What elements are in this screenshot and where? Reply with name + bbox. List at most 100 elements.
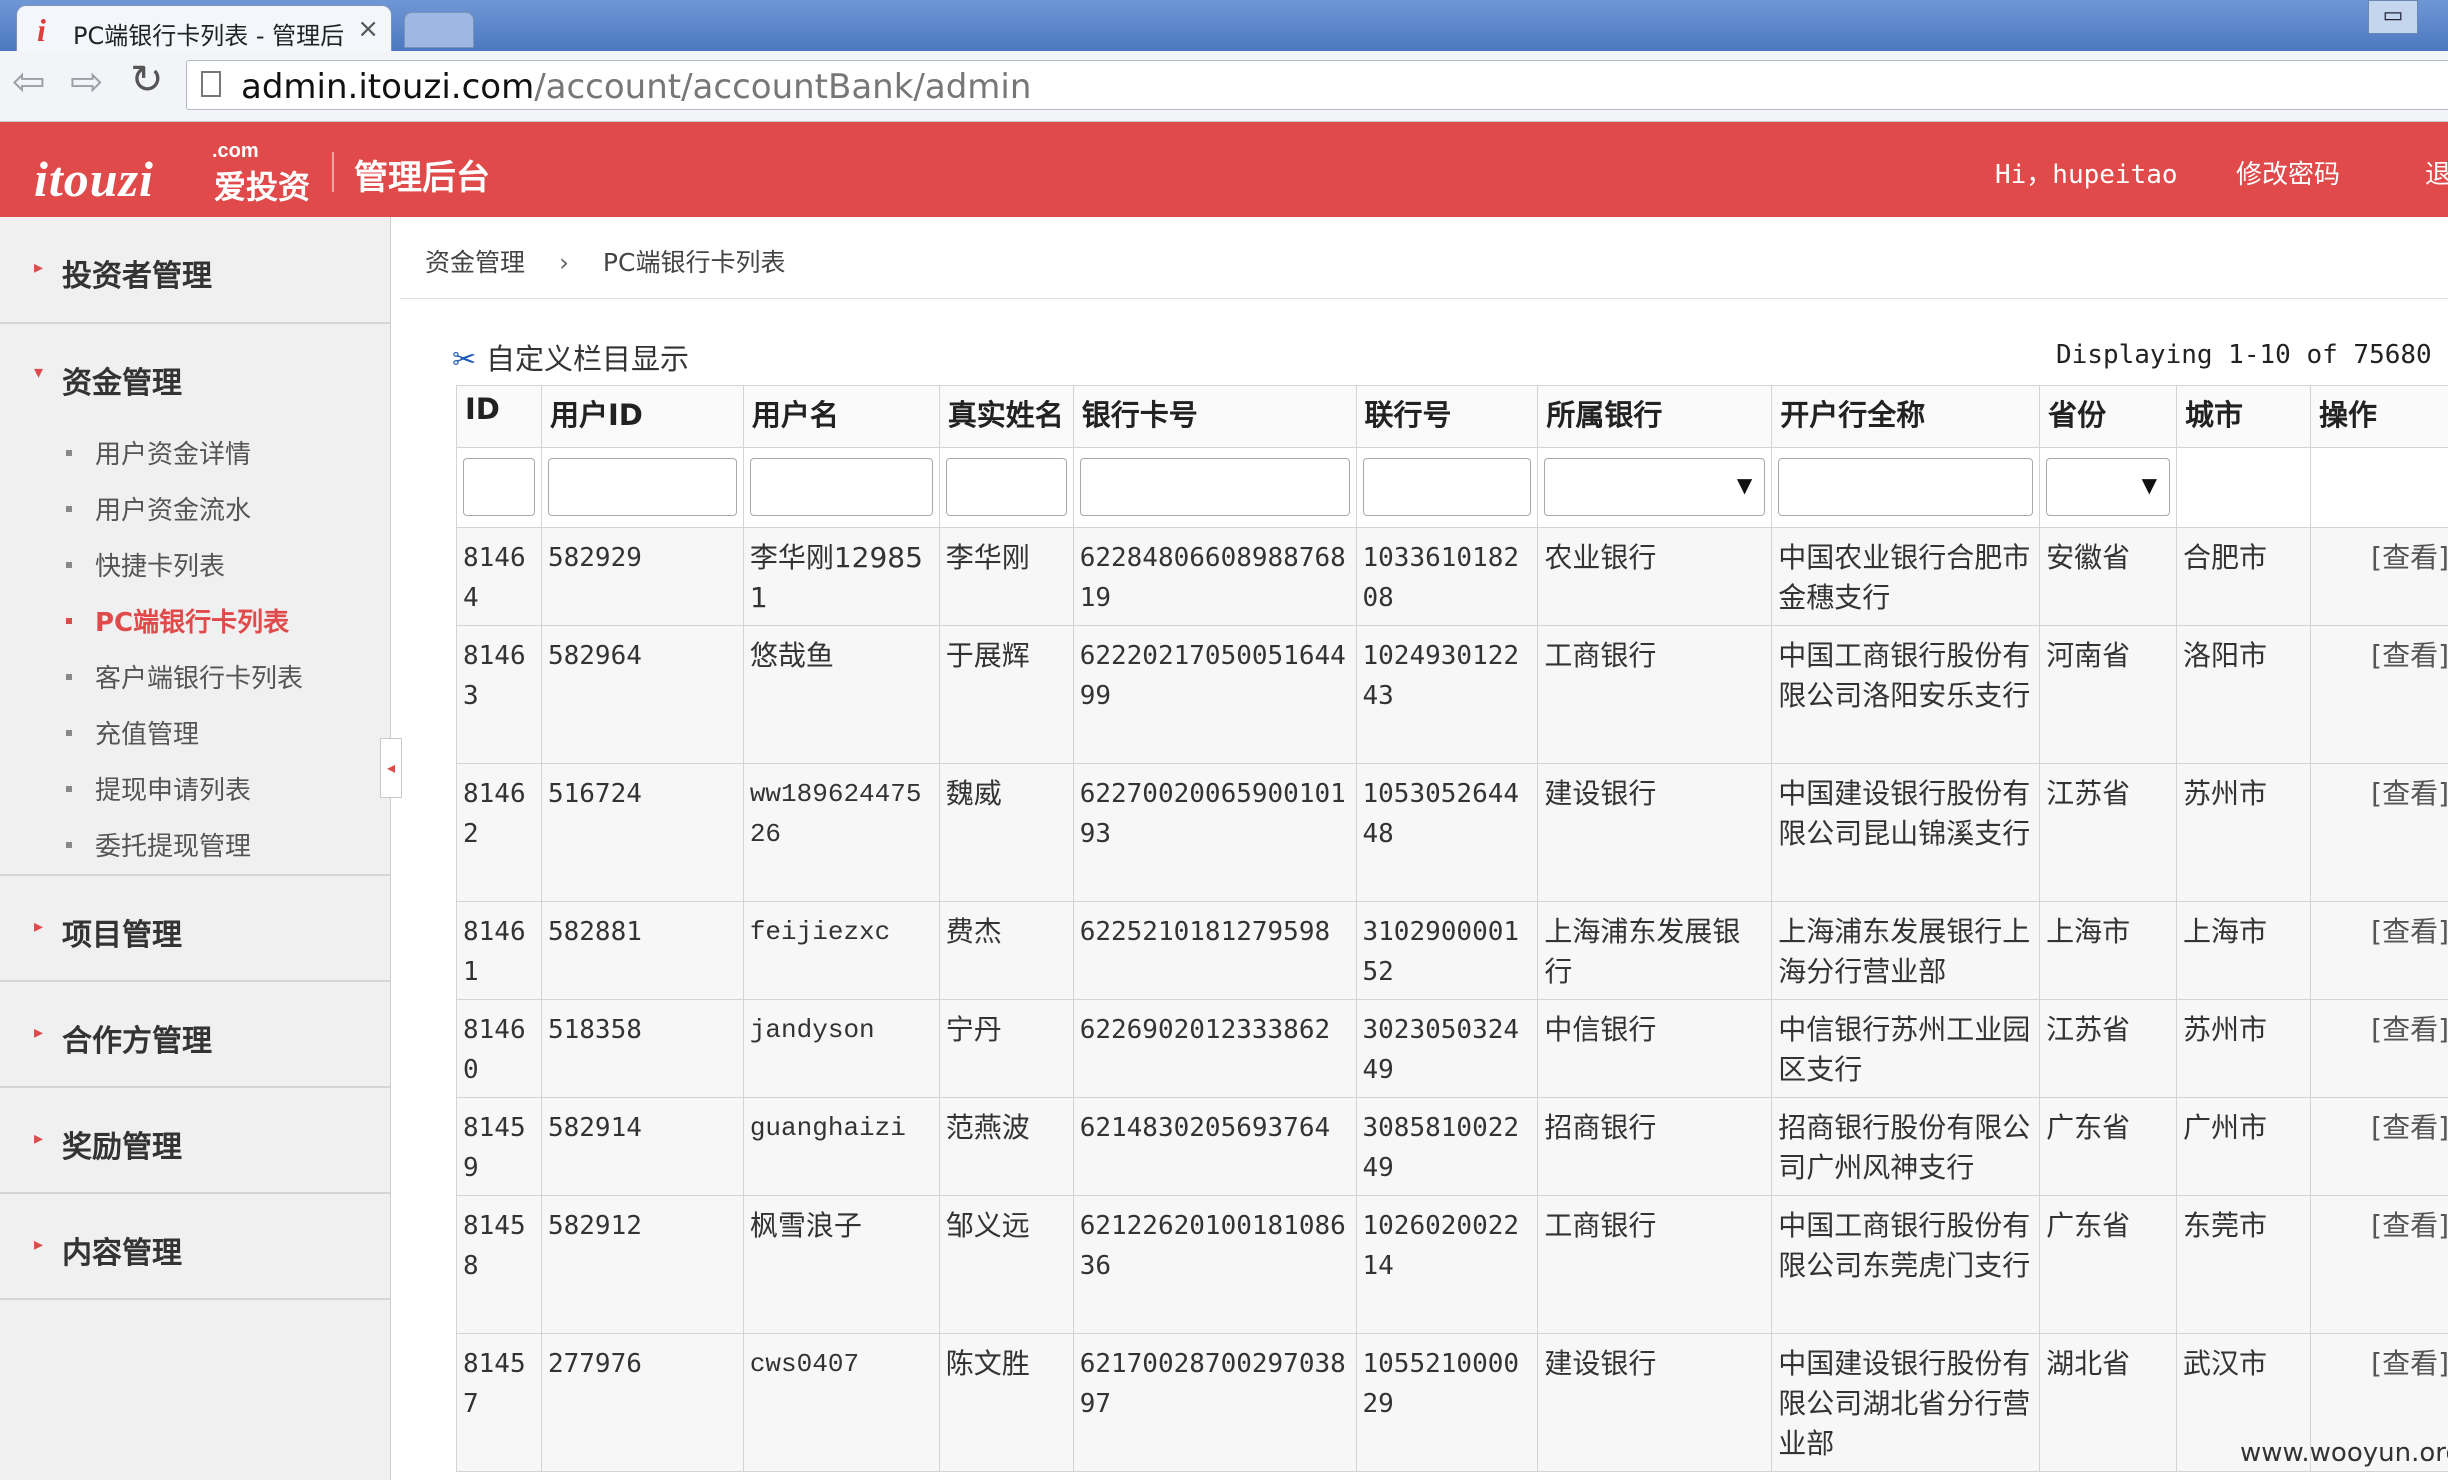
row-province: 上海市 [2039,901,2178,1000]
row-real-name: 费杰 [938,901,1074,1000]
table-row: 81460 518358 jandyson 宁丹 6226902012333862 302… [456,999,2448,1098]
bullet [66,450,72,456]
row-branch: 中国农业银行合肥市金穗支行 [1771,527,2041,626]
row-user-id: 582929 [540,527,744,626]
col-header-username[interactable]: 用户名 [742,385,940,448]
view-link[interactable]: [查看] [2309,763,2448,902]
new-tab-button[interactable] [404,12,474,48]
sidebar-group-content[interactable]: ▸ 内容管理 [0,1194,390,1300]
col-header-id[interactable]: ID [456,385,542,448]
sidebar-collapse-icon[interactable]: ◂ [380,738,402,798]
view-link[interactable]: [查看] [2309,1097,2448,1196]
tab-title: PC端银行卡列表 - 管理后 [73,22,345,50]
chevron-right-icon: ▸ [34,916,44,937]
bullet [66,674,72,680]
url-text[interactable]: admin.itouzi.com/account/accountBank/adm… [241,67,1031,107]
row-real-name: 魏威 [938,763,1074,902]
row-user-id: 582914 [540,1097,744,1196]
row-city: 洛阳市 [2176,625,2311,764]
row-branch: 招商银行股份有限公司广州风神支行 [1771,1097,2041,1196]
breadcrumb-parent[interactable]: 资金管理 [425,248,525,277]
row-real-name: 于展辉 [938,625,1074,764]
bullet [66,730,72,736]
divider [400,298,2448,299]
col-header-bank[interactable]: 所属银行 [1537,385,1773,448]
row-branch: 中国建设银行股份有限公司湖北省分行营业部 [1771,1333,2041,1472]
sidebar-group-rewards[interactable]: ▸ 奖励管理 [0,1088,390,1194]
breadcrumb: 资金管理 › PC端银行卡列表 [425,243,785,279]
change-password-link[interactable]: 修改密码 [2236,154,2340,191]
row-bank-code: 102602002214 [1355,1195,1539,1334]
sidebar-group-partners[interactable]: ▸ 合作方管理 [0,982,390,1088]
filter-card-number-input[interactable] [1079,458,1350,516]
window-minimize-button[interactable]: ▭ [2368,0,2418,34]
tab-close-icon[interactable]: × [357,14,379,44]
col-header-branch[interactable]: 开户行全称 [1771,385,2041,448]
col-header-user-id[interactable]: 用户ID [540,385,744,448]
filter-real-name-input[interactable] [945,458,1067,516]
sidebar-item-fund-flow[interactable]: 用户资金流水 [95,490,251,527]
chevron-right-icon: ▸ [34,1022,44,1043]
row-bank-code: 105521000029 [1355,1333,1539,1472]
forward-arrow-icon[interactable]: ⇨ [70,59,104,105]
custom-columns-button[interactable]: ✂ 自定义栏目显示 [452,336,689,378]
row-card-number: 6217002870029703897 [1072,1333,1357,1472]
row-bank: 建设银行 [1537,1333,1773,1472]
row-branch: 中国建设银行股份有限公司昆山锦溪支行 [1771,763,2041,902]
sidebar-item-pc-bank-cards[interactable]: PC端银行卡列表 [95,602,289,639]
chevron-right-icon: ▸ [34,257,44,278]
logout-link[interactable]: 退 [2425,154,2448,191]
row-username: jandyson [742,999,940,1098]
chevron-right-icon: ▸ [34,1234,44,1255]
sidebar-group-investors[interactable]: ▸ 投资者管理 [0,217,390,324]
row-province: 安徽省 [2039,527,2178,626]
logo[interactable]: itouzi .com 爱投资 [34,140,314,207]
address-bar[interactable]: admin.itouzi.com/account/accountBank/adm… [186,60,2448,110]
filter-cell-empty [2309,447,2448,528]
row-province: 湖北省 [2039,1333,2178,1472]
col-header-real-name[interactable]: 真实姓名 [938,385,1074,448]
row-real-name: 邹义远 [938,1195,1074,1334]
col-header-city[interactable]: 城市 [2176,385,2311,448]
view-link[interactable]: [查看] [2309,625,2448,764]
sidebar-item-quick-cards[interactable]: 快捷卡列表 [95,546,225,583]
row-bank-code: 302305032449 [1355,999,1539,1098]
sidebar-item-user-funds[interactable]: 用户资金详情 [95,434,251,471]
view-link[interactable]: [查看] [2309,527,2448,626]
filter-province-select[interactable]: ▼ [2046,458,2171,516]
reload-icon[interactable]: ↻ [130,57,164,103]
filter-branch-input[interactable] [1778,458,2034,516]
col-header-province[interactable]: 省份 [2039,385,2178,448]
page-icon [201,71,221,97]
filter-id-input[interactable] [463,458,535,516]
sidebar-item-withdraw-requests[interactable]: 提现申请列表 [95,770,251,807]
row-bank-code: 308581002249 [1355,1097,1539,1196]
breadcrumb-separator-icon: › [558,248,569,277]
filter-bank-code-input[interactable] [1362,458,1532,516]
sidebar-item-entrusted-withdraw[interactable]: 委托提现管理 [95,826,251,863]
view-link[interactable]: [查看] [2309,1195,2448,1334]
view-link[interactable]: [查看] [2309,901,2448,1000]
col-header-bank-code[interactable]: 联行号 [1355,385,1539,448]
row-branch: 上海浦东发展银行上海分行营业部 [1771,901,2041,1000]
view-link[interactable]: [查看] [2309,999,2448,1098]
row-username: guanghaizi [742,1097,940,1196]
row-username: ww18962447526 [742,763,940,902]
col-header-card-number[interactable]: 银行卡号 [1072,385,1357,448]
filter-user-id-input[interactable] [547,458,737,516]
back-arrow-icon[interactable]: ⇦ [12,59,46,105]
sidebar-item-recharge[interactable]: 充值管理 [95,714,199,751]
bullet [66,618,72,624]
filter-bank-select[interactable]: ▼ [1544,458,1766,516]
row-username: cws0407 [742,1333,940,1472]
row-branch: 中信银行苏州工业园区支行 [1771,999,2041,1098]
row-user-id: 582912 [540,1195,744,1334]
row-id: 81460 [456,999,542,1098]
browser-tab[interactable]: i PC端银行卡列表 - 管理后 × [16,5,392,51]
sidebar-item-client-bank-cards[interactable]: 客户端银行卡列表 [95,658,303,695]
sidebar-group-projects[interactable]: ▸ 项目管理 [0,876,390,982]
filter-username-input[interactable] [749,458,933,516]
sidebar-group-funds[interactable]: ▾ 资金管理 用户资金详情 用户资金流水 快捷卡列表 PC端银行卡列表 客户端银… [0,324,390,876]
table-row: 81461 582881 feijiezxc 费杰 6225210181279598 31… [456,901,2448,1000]
row-branch: 中国工商银行股份有限公司洛阳安乐支行 [1771,625,2041,764]
